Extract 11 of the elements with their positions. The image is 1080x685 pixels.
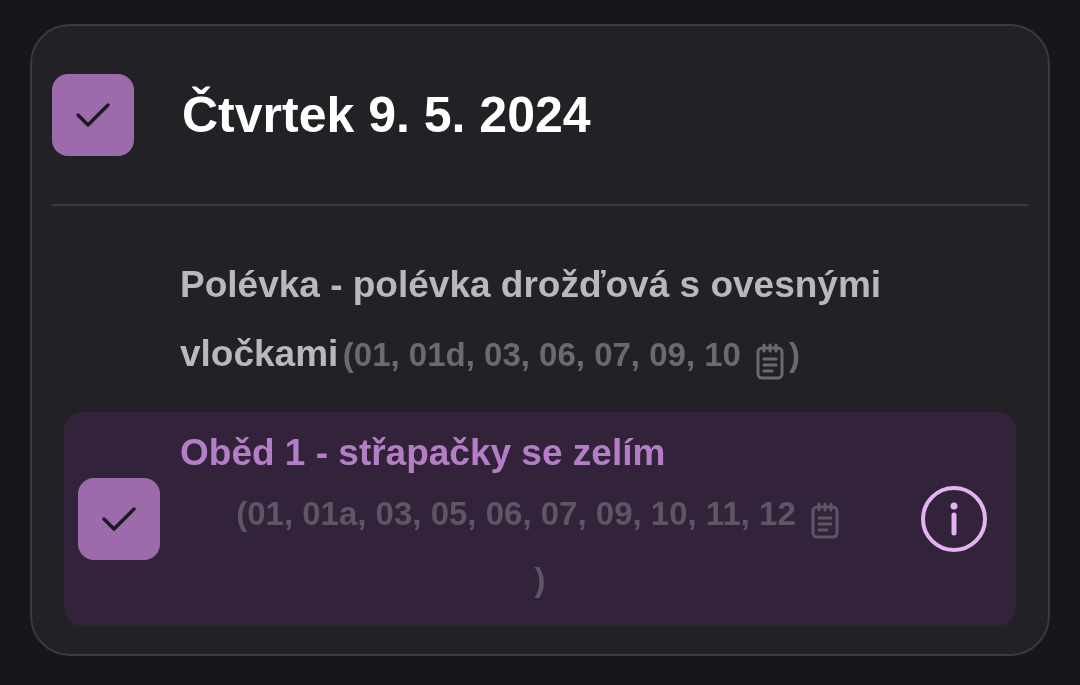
day-title: Čtvrtek 9. 5. 2024 [182, 86, 591, 144]
checkbox[interactable] [78, 478, 160, 560]
checkbox[interactable] [52, 74, 134, 156]
closing-parenthesis: ) [534, 561, 546, 598]
check-icon [74, 100, 112, 130]
notepad-icon [754, 342, 785, 381]
notepad-icon [809, 501, 840, 540]
meal-name: Oběd 1 - střapačky se zelím [180, 432, 666, 473]
check-icon [100, 504, 138, 534]
meal-text: Polévka - polévka drožďová s ovesnými vločkami(01, 01d, 03, 06, 07, 09, 10 ) [180, 254, 1002, 392]
info-icon[interactable] [920, 485, 988, 553]
